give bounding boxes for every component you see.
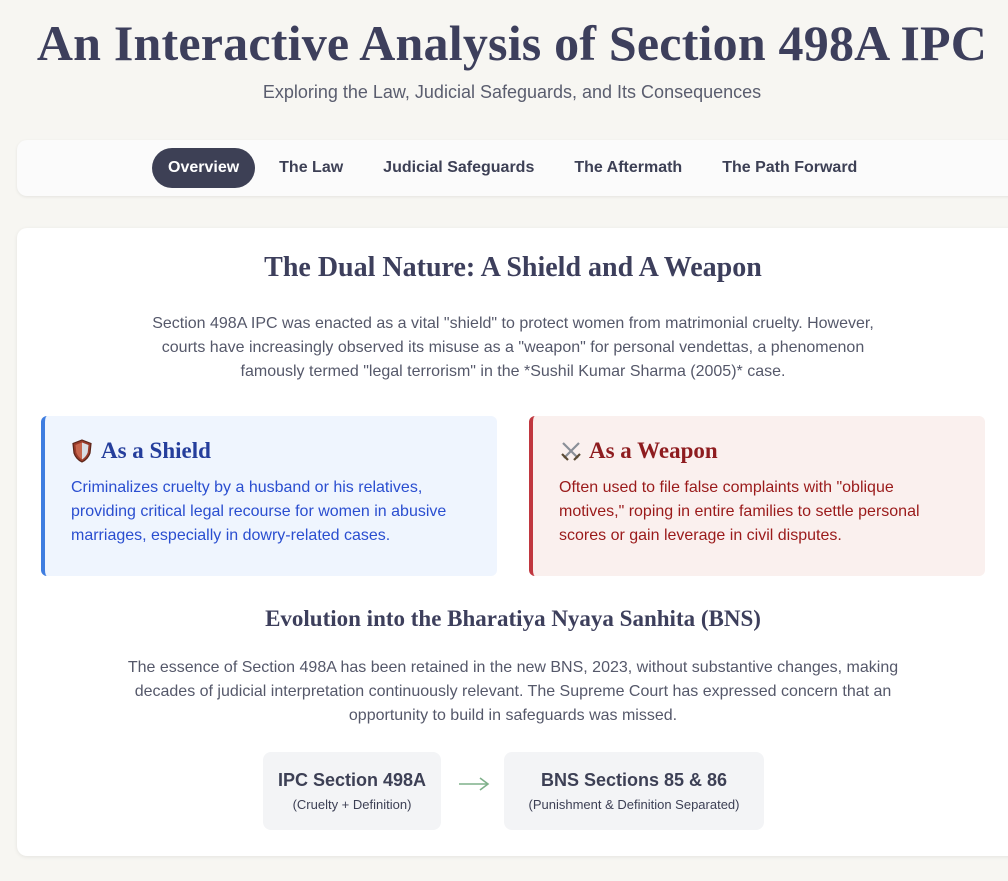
- shield-card-heading: As a Shield: [71, 438, 473, 464]
- bns-section-desc: (Punishment & Definition Separated): [528, 797, 740, 812]
- right-arrow-icon: [459, 777, 490, 791]
- tab-overview[interactable]: Overview: [152, 148, 256, 188]
- ipc-section-name: IPC Section 498A: [277, 770, 427, 790]
- tab-the-aftermath[interactable]: The Aftermath: [554, 148, 702, 188]
- dual-nature-intro: Section 498A IPC was enacted as a vital …: [152, 315, 874, 380]
- evolution-title: Evolution into the Bharatiya Nyaya Sanhi…: [265, 606, 761, 631]
- crossed-swords-icon: [559, 439, 581, 463]
- weapon-card: As a Weapon Often used to file false com…: [529, 416, 985, 576]
- tab-judicial-safeguards[interactable]: Judicial Safeguards: [363, 148, 554, 188]
- bns-section-box: BNS Sections 85 & 86 (Punishment & Defin…: [504, 752, 764, 830]
- ipc-section-desc: (Cruelty + Definition): [292, 797, 412, 812]
- page-title: An Interactive Analysis of Section 498A …: [36, 15, 988, 71]
- weapon-card-body: Often used to file false complaints with…: [559, 479, 920, 544]
- dual-nature-title: The Dual Nature: A Shield and A Weapon: [264, 252, 762, 283]
- nav-tabs: Overview The Law Judicial Safeguards The…: [152, 148, 877, 188]
- overview-panel: The Dual Nature: A Shield and A Weapon S…: [17, 228, 1008, 856]
- ipc-section-box: IPC Section 498A (Cruelty + Definition): [263, 752, 441, 830]
- shield-icon: [71, 439, 93, 463]
- shield-card: As a Shield Criminalizes cruelty by a hu…: [41, 416, 497, 576]
- page-subtitle: Exploring the Law, Judicial Safeguards, …: [262, 82, 762, 102]
- evolution-body: The essence of Section 498A has been ret…: [127, 659, 899, 724]
- shield-card-title: As a Shield: [101, 438, 211, 463]
- shield-card-body: Criminalizes cruelty by a husband or his…: [71, 479, 447, 544]
- weapon-card-title: As a Weapon: [589, 438, 718, 463]
- tab-the-path-forward[interactable]: The Path Forward: [702, 148, 877, 188]
- nav-bar: Overview The Law Judicial Safeguards The…: [17, 140, 1008, 196]
- weapon-card-heading: As a Weapon: [559, 438, 961, 464]
- tab-the-law[interactable]: The Law: [259, 148, 363, 188]
- bns-section-name: BNS Sections 85 & 86: [540, 770, 728, 790]
